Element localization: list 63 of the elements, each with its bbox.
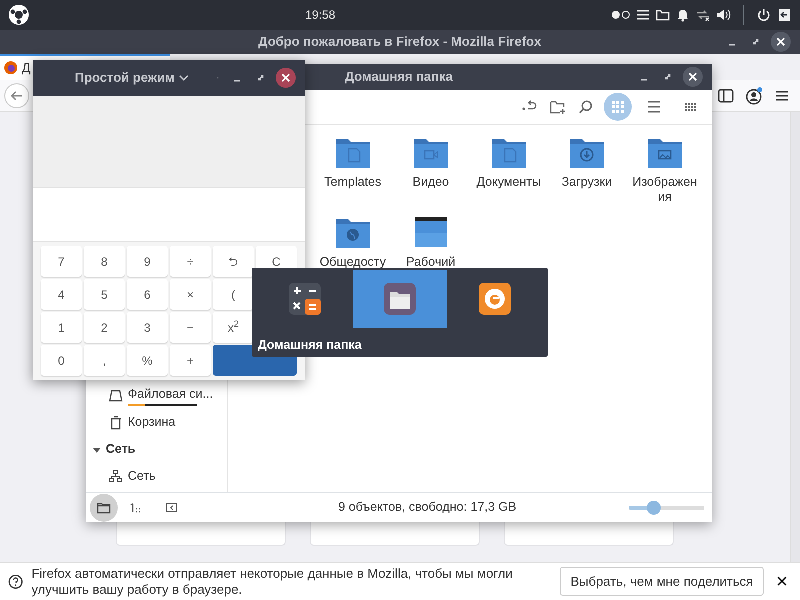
firefox-icon <box>476 281 513 317</box>
window-title: Добро пожаловать в Firefox - Mozilla Firefox <box>258 33 542 52</box>
input-field[interactable] <box>33 188 305 242</box>
firefox-icon <box>4 61 18 75</box>
key-button[interactable]: , <box>84 345 125 376</box>
key-button[interactable]: × <box>170 279 211 310</box>
close-icon[interactable] <box>682 66 704 88</box>
choose-button[interactable]: Выбрать, чем мне поделиться <box>560 566 764 596</box>
window-title: Домашняя папка <box>345 68 453 86</box>
close-icon[interactable] <box>770 31 792 53</box>
sidebar-item[interactable]: Корзина <box>128 413 176 432</box>
places-button[interactable] <box>90 494 118 522</box>
key-button[interactable]: 0 <box>41 345 82 376</box>
folder-label[interactable]: Видео <box>396 175 466 190</box>
scrollbar[interactable] <box>790 112 800 562</box>
key-button[interactable]: + <box>170 345 211 376</box>
logo-icon[interactable] <box>8 4 30 26</box>
status-text: 9 объектов, свободно: 17,3 GB <box>337 499 518 516</box>
sidebar-item[interactable]: Сеть <box>128 467 156 486</box>
sidebar-item[interactable]: Файловая си... <box>128 384 214 404</box>
slider-handle[interactable] <box>647 500 662 514</box>
key-button[interactable]: 7 <box>41 246 82 277</box>
key-button[interactable]: x$^{2}$ <box>213 312 254 343</box>
calculator-icon <box>287 281 324 317</box>
notification-text: Firefox автоматически отправляет некоторые данные в Mozilla, чтобы мы могли улучшить вашу работу в браузере. <box>32 566 514 598</box>
volume-icon[interactable] <box>715 7 731 23</box>
key-button[interactable]: % <box>127 345 168 376</box>
toggle-icon[interactable] <box>611 8 631 22</box>
app-tile[interactable] <box>352 270 448 328</box>
folder-label[interactable]: Общедосту <box>318 255 388 270</box>
folder-label[interactable]: Изображения <box>630 175 700 205</box>
key-button[interactable]: 4 <box>41 279 82 310</box>
back-button[interactable] <box>4 82 30 108</box>
logout-icon[interactable] <box>776 7 792 23</box>
close-button[interactable]: × <box>772 566 792 596</box>
folder-label[interactable]: Документы <box>474 175 544 190</box>
key-button[interactable]: 2 <box>84 312 125 343</box>
key-button[interactable]: 1 <box>41 312 82 343</box>
close-icon[interactable] <box>275 67 297 89</box>
folder-label[interactable]: Загрузки <box>552 175 622 190</box>
key-button[interactable]: ( <box>213 279 254 310</box>
trash-icon <box>108 414 124 430</box>
folder-label[interactable]: Templates <box>318 175 388 190</box>
file-manager-icon <box>382 281 418 317</box>
power-icon[interactable] <box>756 7 772 23</box>
sidebar-header-label: Сеть <box>106 441 136 458</box>
key-button[interactable]: ⮌ <box>213 246 254 277</box>
drive-icon <box>108 388 124 404</box>
key-button[interactable]: 9 <box>127 246 168 277</box>
key-button[interactable]: 3 <box>127 312 168 343</box>
sidebar-header[interactable]: Сеть <box>86 436 227 463</box>
chevron-icon <box>178 73 189 83</box>
help-icon <box>8 574 24 590</box>
network-icon <box>108 468 124 484</box>
account-icon[interactable] <box>744 86 764 106</box>
key-button[interactable]: ÷ <box>170 246 211 277</box>
key-button[interactable]: 5 <box>84 279 125 310</box>
folder-label[interactable]: Рабочий <box>396 255 466 270</box>
clock[interactable]: 19:58 <box>305 6 336 24</box>
key-button[interactable]: 8 <box>84 246 125 277</box>
key-button[interactable]: 6 <box>127 279 168 310</box>
key-button[interactable]: − <box>170 312 211 343</box>
app-name: Домашняя папка <box>258 337 363 354</box>
